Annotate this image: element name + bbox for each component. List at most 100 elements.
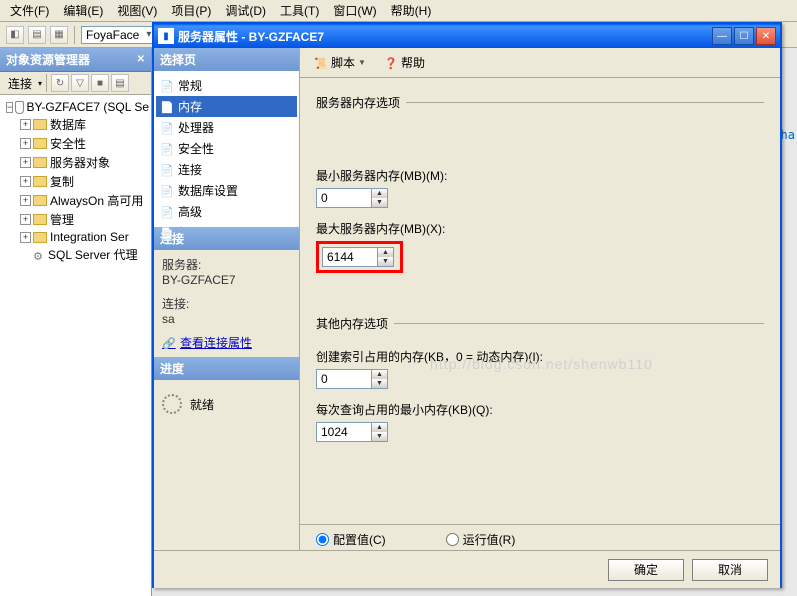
dialog-titlebar[interactable]: ▮ 服务器属性 - BY-GZFACE7 — ☐ ✕ [154,24,780,48]
server-icon [15,101,23,114]
configured-radio-input[interactable] [316,533,329,546]
server-name-label: BY-GZFACE7 (SQL Se [27,100,150,114]
tb-btn-2[interactable]: ▤ [28,26,46,44]
tree-node-databases[interactable]: +数据库 [2,115,149,134]
expand-icon[interactable]: + [20,176,31,187]
expand-icon[interactable]: + [20,119,31,130]
options-icon[interactable]: ▤ [111,74,129,92]
menu-view[interactable]: 视图(V) [111,0,163,21]
tree-node-alwayson[interactable]: + AlwaysOn 高可用 [2,191,149,210]
page-item-general[interactable]: 常规 [156,75,297,96]
menubar: 文件(F) 编辑(E) 视图(V) 项目(P) 调试(D) 工具(T) 窗口(W… [0,0,797,22]
page-label: 内存 [178,98,202,115]
tb-btn-1[interactable]: ◧ [6,26,24,44]
section-legend: 其他内存选项 [316,315,394,332]
spin-up-icon[interactable]: ▲ [378,248,393,257]
expand-icon[interactable]: + [20,214,31,225]
page-icon [160,184,174,198]
minimize-button[interactable]: — [712,27,732,45]
min-query-memory-spinner[interactable]: ▲▼ [316,422,388,442]
configured-values-radio[interactable]: 配置值(C) [316,531,386,548]
expand-icon[interactable]: + [20,195,31,206]
page-icon [160,121,174,135]
min-memory-spinner[interactable]: ▲▼ [316,188,388,208]
help-icon [384,56,398,70]
radio-label: 配置值(C) [333,531,386,548]
min-memory-input[interactable] [317,189,371,207]
collapse-icon[interactable]: − [6,102,13,113]
page-item-connections[interactable]: 连接 [156,159,297,180]
page-item-memory[interactable]: 内存 [156,96,297,117]
menu-debug[interactable]: 调试(D) [219,0,272,21]
spin-up-icon[interactable]: ▲ [372,189,387,198]
expand-icon[interactable]: + [20,232,31,243]
spin-down-icon[interactable]: ▼ [372,379,387,388]
menu-tools[interactable]: 工具(T) [274,0,325,21]
page-label: 数据库设置 [178,182,238,199]
tree-label: AlwaysOn 高可用 [50,192,143,209]
create-index-memory-spinner[interactable]: ▲▼ [316,369,388,389]
menu-edit[interactable]: 编辑(E) [57,0,109,21]
help-button[interactable]: 帮助 [378,52,431,73]
spin-down-icon[interactable]: ▼ [372,432,387,441]
menu-file[interactable]: 文件(F) [4,0,55,21]
maximize-button[interactable]: ☐ [734,27,754,45]
folder-icon [33,232,47,243]
menu-help[interactable]: 帮助(H) [385,0,438,21]
page-item-advanced[interactable]: 高级 [156,201,297,222]
tree-node-integration[interactable]: + Integration Ser [2,229,149,245]
connection-value: sa [162,312,291,326]
tree-node-agent[interactable]: SQL Server 代理 [2,245,149,264]
spin-up-icon[interactable]: ▲ [372,423,387,432]
expand-icon[interactable]: + [20,138,31,149]
tree-label: Integration Ser [50,230,129,244]
highlight-box: ▲▼ [316,241,403,273]
server-label: 服务器: [162,256,291,273]
running-values-radio[interactable]: 运行值(R) [446,531,516,548]
cancel-button[interactable]: 取消 [692,559,768,581]
running-radio-input[interactable] [446,533,459,546]
server-memory-section: 服务器内存选项 [316,94,764,111]
tree-label: 复制 [50,173,74,190]
script-button[interactable]: 脚本 ▼ [308,52,372,73]
expand-icon[interactable]: + [20,157,31,168]
tree-node-server-objects[interactable]: +服务器对象 [2,153,149,172]
object-tree: − BY-GZFACE7 (SQL Se +数据库 +安全性 +服务器对象 + 复… [0,95,151,268]
refresh-icon[interactable]: ↻ [51,74,69,92]
database-dropdown[interactable]: FoyaFace [81,26,154,44]
close-button[interactable]: ✕ [756,27,776,45]
ok-button[interactable]: 确定 [608,559,684,581]
min-query-memory-input[interactable] [317,423,371,441]
page-item-processors[interactable]: 处理器 [156,117,297,138]
stop-icon[interactable]: ■ [91,74,109,92]
max-memory-label: 最大服务器内存(MB)(X): [316,220,764,237]
create-index-memory-input[interactable] [317,370,371,388]
tree-node-replication[interactable]: + 复制 [2,172,149,191]
tree-node-management[interactable]: +管理 [2,210,149,229]
filter-icon[interactable]: ▽ [71,74,89,92]
menu-window[interactable]: 窗口(W) [327,0,382,21]
tb-btn-3[interactable]: ▦ [50,26,68,44]
folder-icon [33,195,47,206]
tree-server-node[interactable]: − BY-GZFACE7 (SQL Se [2,99,149,115]
tree-node-security[interactable]: +安全性 [2,134,149,153]
dialog-left-panel: 选择页 常规 内存 处理器 安全性 连接 数据库设置 高级 权限 连接 服务器:… [154,48,300,550]
page-item-security[interactable]: 安全性 [156,138,297,159]
panel-close-icon[interactable]: ✕ [137,54,145,65]
spin-up-icon[interactable]: ▲ [372,370,387,379]
connection-info: 服务器: BY-GZFACE7 连接: sa 查看连接属性 [154,250,299,357]
connect-button[interactable]: 连接 [4,75,36,92]
radio-label: 运行值(R) [463,531,516,548]
menu-project[interactable]: 项目(P) [165,0,217,21]
spin-down-icon[interactable]: ▼ [372,198,387,207]
max-memory-spinner[interactable]: ▲▼ [322,247,394,267]
dialog-toolbar: 脚本 ▼ 帮助 [300,48,780,78]
max-memory-input[interactable] [323,248,377,266]
spin-down-icon[interactable]: ▼ [378,257,393,266]
page-icon [160,163,174,177]
dialog-footer: 确定 取消 [154,550,780,588]
page-item-db-settings[interactable]: 数据库设置 [156,180,297,201]
toolbar-separator [74,26,75,44]
folder-icon [33,176,47,187]
view-connection-properties-link[interactable]: 查看连接属性 [162,334,291,351]
